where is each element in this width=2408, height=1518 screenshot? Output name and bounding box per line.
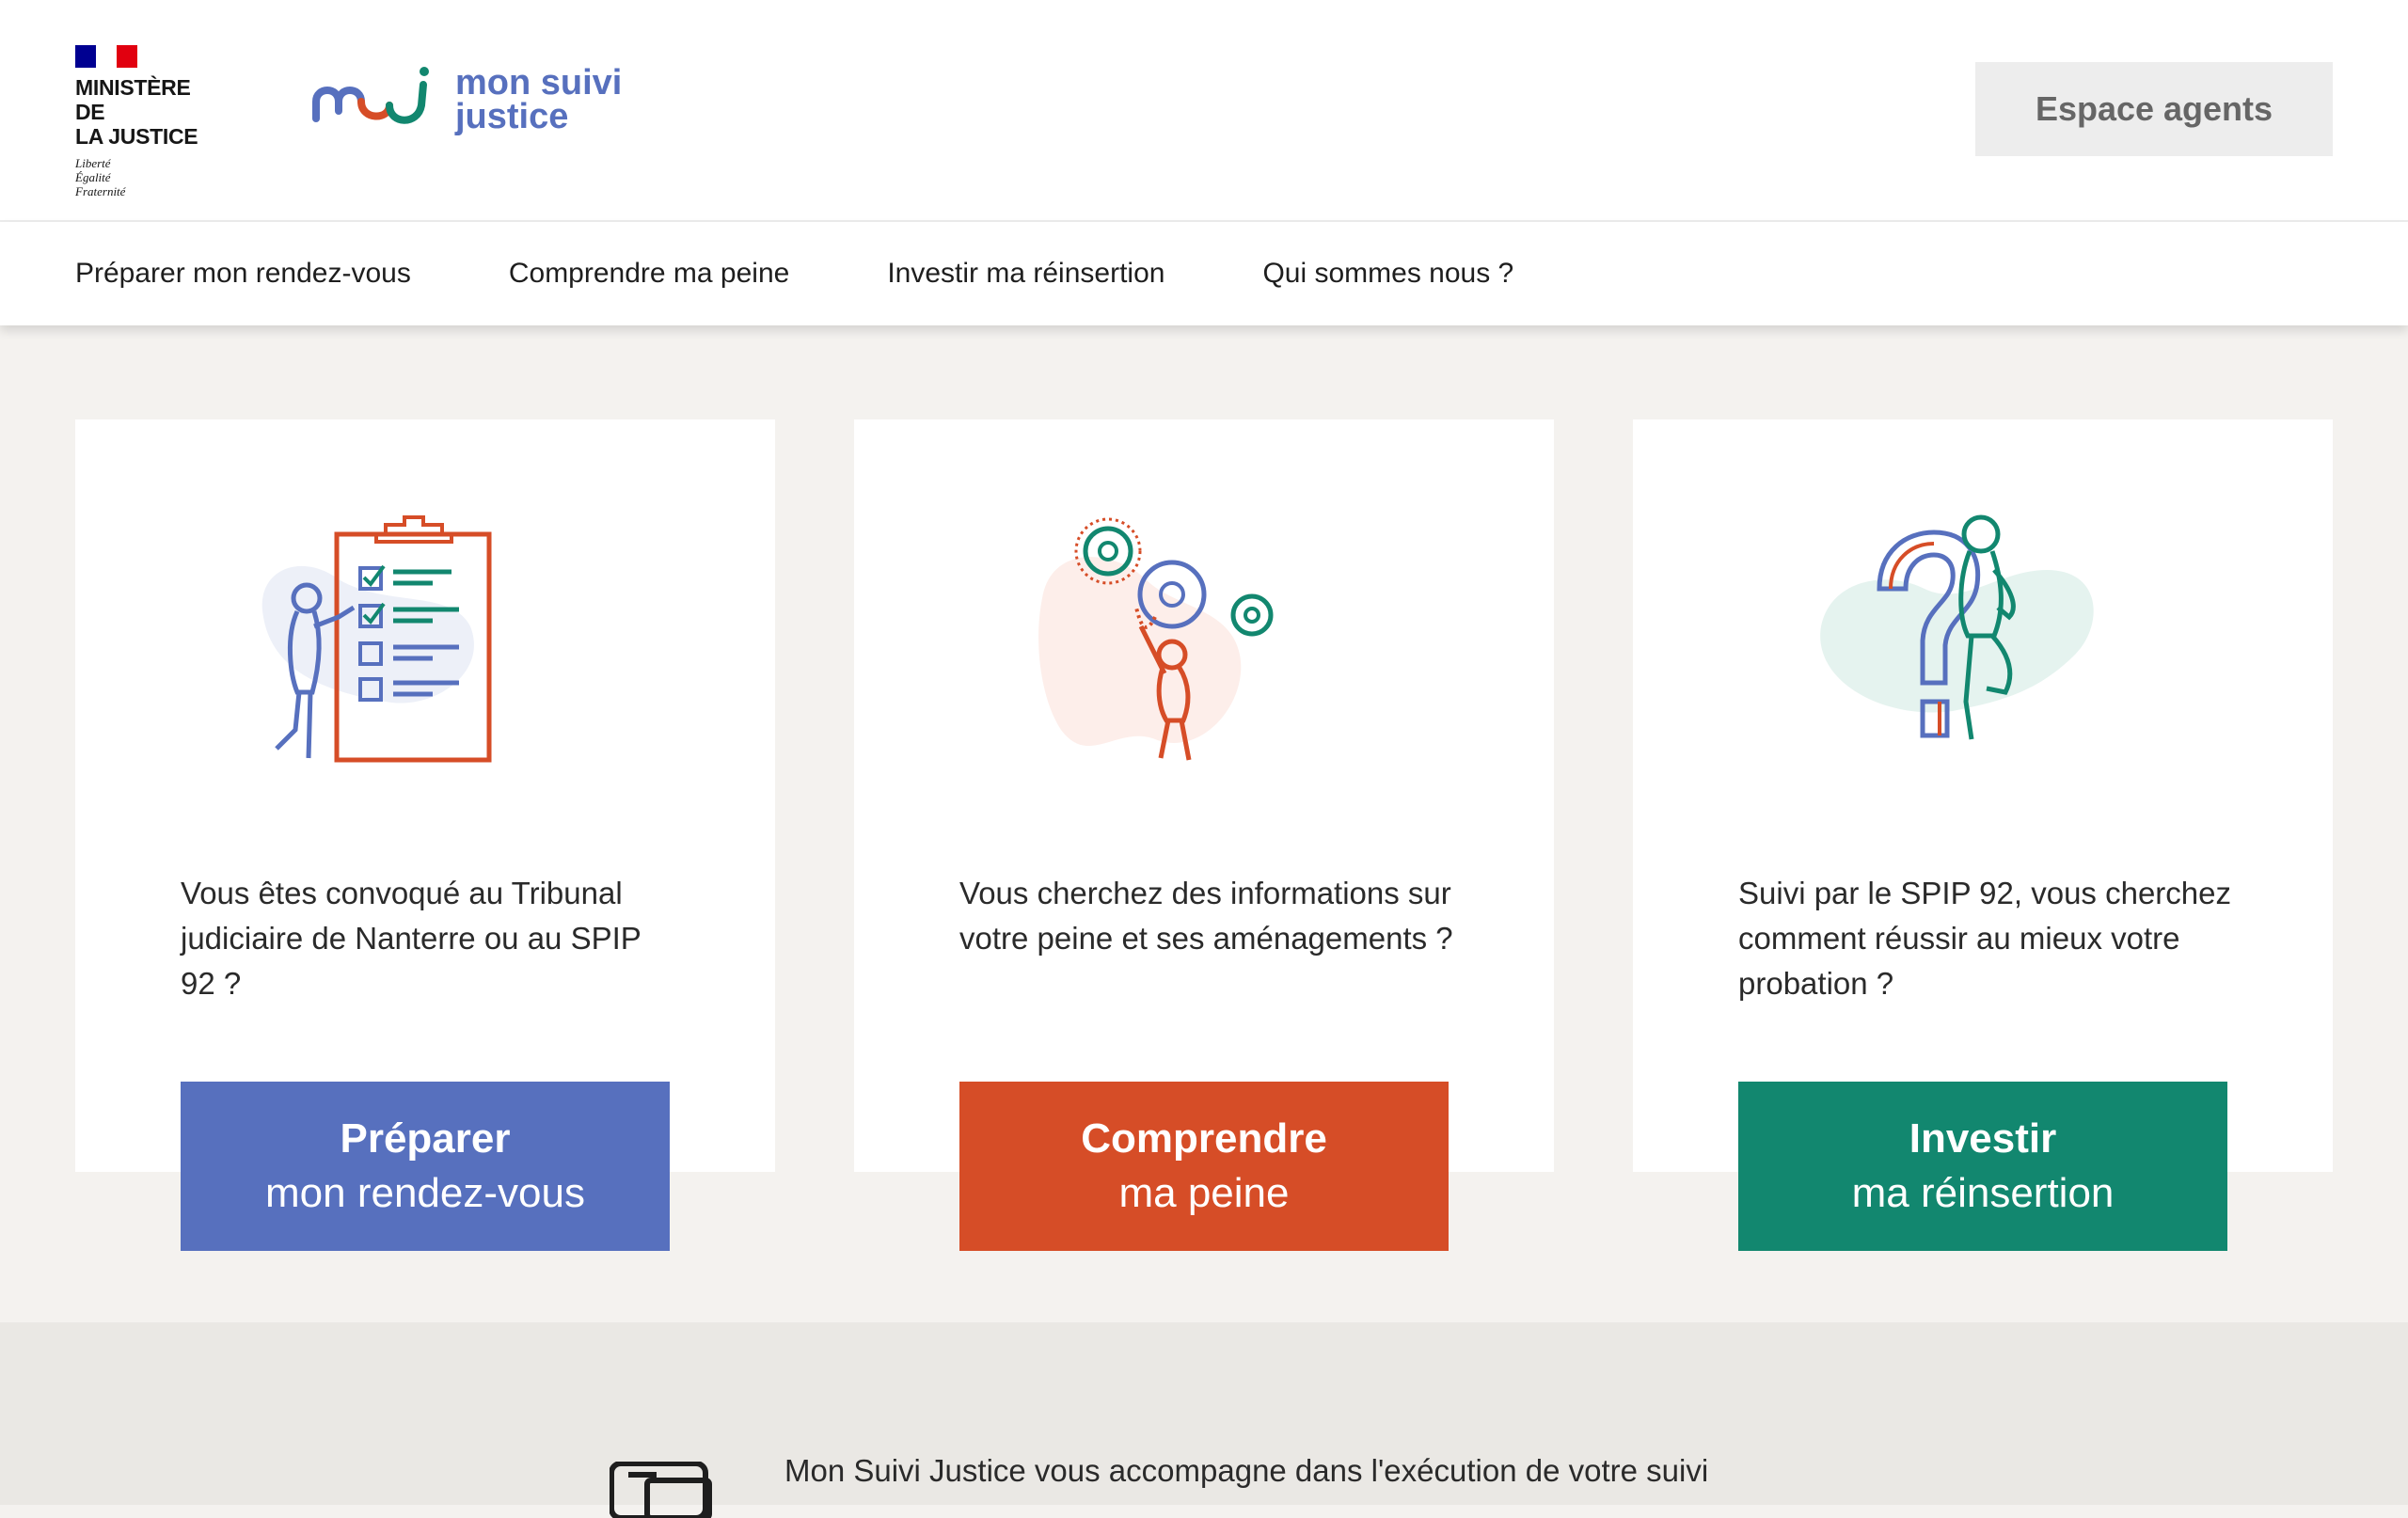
motto-liberte: Liberté [75,156,111,170]
site-header: MINISTÈRE DE LA JUSTICE Liberté Égalité … [0,0,2408,222]
intro-section: Mon Suivi Justice vous accompagne dans l… [0,1322,2408,1518]
card-investir: Suivi par le SPIP 92, vous cherchez comm… [1633,419,2333,1172]
nav-item-investir[interactable]: Investir ma réinsertion [887,258,1164,290]
nav-item-comprendre[interactable]: Comprendre ma peine [509,258,790,290]
ministry-logo[interactable]: MINISTÈRE DE LA JUSTICE Liberté Égalité … [75,45,207,198]
button-subtitle: mon rendez-vous [265,1170,585,1216]
ministry-title-line2: LA JUSTICE [75,124,198,149]
motto-egalite: Égalité [75,170,111,184]
card-description: Vous êtes convoqué au Tribunal judiciair… [181,876,642,1001]
preparer-rendez-vous-button[interactable]: Préparer mon rendez-vous [181,1082,670,1251]
button-title: Comprendre [1081,1115,1327,1162]
investir-reinsertion-button[interactable]: Investir ma réinsertion [1738,1082,2227,1251]
clipboard-checklist-icon [261,515,492,763]
intro-text: Mon Suivi Justice vous accompagne dans l… [784,1453,1709,1488]
republic-motto: Liberté Égalité Fraternité [75,156,207,198]
button-subtitle: ma peine [1118,1170,1290,1216]
question-mark-person-icon [1820,514,2094,740]
card-comprendre: Vous cherchez des informations sur votre… [854,419,1554,1172]
nav-item-qui-sommes-nous[interactable]: Qui sommes nous ? [1262,258,1513,290]
french-flag-icon [75,45,137,68]
card-preparer: Vous êtes convoqué au Tribunal judiciair… [75,419,775,1172]
ministry-title: MINISTÈRE DE LA JUSTICE [75,75,207,149]
motto-fraternite: Fraternité [75,184,126,198]
gears-person-icon [1038,517,1274,761]
ministry-title-line1: MINISTÈRE DE [75,75,191,124]
card-description: Suivi par le SPIP 92, vous cherchez comm… [1738,876,2232,1001]
button-title: Investir [1909,1115,2057,1162]
nav-item-preparer[interactable]: Préparer mon rendez-vous [75,258,411,290]
brand-logo[interactable]: mon suivi justice [310,64,622,135]
card-description: Vous cherchez des informations sur votre… [959,876,1453,956]
brand-line2: justice [455,97,569,136]
button-title: Préparer [340,1115,511,1162]
brand-line1: mon suivi [455,63,623,103]
brand-name: mon suivi justice [455,63,623,136]
comprendre-peine-button[interactable]: Comprendre ma peine [959,1082,1449,1251]
agents-space-button[interactable]: Espace agents [1975,62,2333,156]
phone-message-icon [610,1462,712,1518]
msj-logo-icon [312,67,429,124]
button-subtitle: ma réinsertion [1851,1170,2115,1216]
main-nav: Préparer mon rendez-vous Comprendre ma p… [0,222,2408,325]
